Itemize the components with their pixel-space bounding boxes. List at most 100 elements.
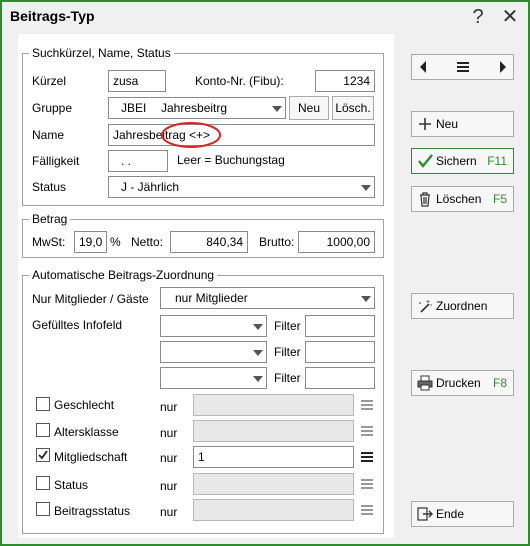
search-group-legend: Suchkürzel, Name, Status [29, 46, 174, 60]
altersklasse-checkbox[interactable] [36, 423, 50, 437]
chevron-down-icon[interactable] [357, 178, 373, 196]
status-label: Status [32, 180, 67, 194]
mitgliedschaft-nur: nur [160, 451, 178, 465]
name-label: Name [32, 128, 65, 142]
zuordnen-button[interactable]: Zuordnen [411, 293, 514, 319]
geschlecht-value [193, 394, 354, 416]
trash-icon [420, 192, 430, 207]
ende-button[interactable]: Ende [411, 501, 514, 527]
menu-icon[interactable] [453, 55, 473, 79]
drucken-button[interactable]: Drucken F8 [411, 370, 514, 396]
brutto-input[interactable]: 1000,00 [298, 231, 375, 253]
exit-icon [417, 507, 433, 521]
ende-button-label: Ende [436, 507, 465, 521]
gruppe-select[interactable]: JBEI Jahresbeitrg [108, 97, 286, 119]
percent-label: % [110, 235, 121, 249]
neu-button-label: Neu [436, 117, 459, 131]
gruppe-label: Gruppe [32, 101, 73, 115]
geschlecht-checkbox[interactable] [36, 397, 50, 411]
list-icon [358, 499, 376, 521]
altersklasse-nur: nur [160, 426, 178, 440]
annotation-circle [161, 122, 221, 148]
betrag-group-legend: Betrag [29, 212, 71, 226]
filter-input-2[interactable] [305, 341, 375, 363]
nur-value: nur Mitglieder [175, 291, 248, 305]
infofeld-select-1[interactable] [160, 315, 267, 337]
title-bar: Beitrags-Typ ? ✕ [2, 2, 528, 32]
chevron-down-icon[interactable] [249, 369, 265, 387]
filter-label-2: Filter [274, 345, 301, 359]
loeschen-button[interactable]: Löschen F5 [411, 186, 514, 212]
nur-select[interactable]: nur Mitglieder [160, 287, 375, 309]
loeschen-shortcut: F5 [492, 192, 507, 206]
close-button[interactable]: ✕ [497, 4, 523, 30]
status-criteria-value [193, 473, 354, 495]
mitgliedschaft-checkbox[interactable] [36, 448, 50, 462]
geschlecht-label: Geschlecht [54, 398, 115, 412]
mwst-input[interactable]: 19,0 [74, 231, 107, 253]
chevron-down-icon[interactable] [249, 317, 265, 335]
altersklasse-label: Altersklasse [54, 425, 119, 439]
loeschen-button-label: Löschen [436, 192, 482, 206]
list-icon [358, 420, 376, 442]
filter-input-3[interactable] [305, 367, 375, 389]
status-nur: nur [160, 479, 178, 493]
geschlecht-nur: nur [160, 400, 178, 414]
gruppe-name: Jahresbeitrg [161, 101, 228, 115]
checkmark-icon [418, 154, 433, 168]
magic-wand-icon [419, 300, 432, 313]
next-icon[interactable] [492, 55, 512, 79]
previous-icon[interactable] [414, 55, 434, 79]
chevron-down-icon[interactable] [268, 99, 284, 117]
sichern-shortcut: F11 [487, 154, 507, 168]
chevron-down-icon[interactable] [357, 289, 373, 307]
window-title: Beitrags-Typ [10, 8, 95, 24]
mwst-label: MwSt: [32, 235, 66, 249]
beitragsstatus-value [193, 499, 354, 521]
zuordnen-button-label: Zuordnen [436, 299, 488, 313]
printer-icon [417, 375, 433, 391]
beitragsstatus-label: Beitragsstatus [54, 504, 131, 518]
auto-group-legend: Automatische Beitrags-Zuordnung [29, 268, 218, 282]
netto-label: Netto: [131, 235, 164, 249]
record-navigator [411, 54, 514, 80]
altersklasse-value [193, 420, 354, 442]
faelligkeit-hint: Leer = Buchungstag [177, 153, 285, 167]
konto-input[interactable]: 1234 [315, 70, 375, 92]
infofeld-label: Gefülltes Infofeld [32, 318, 123, 332]
list-icon [358, 394, 376, 416]
beitragsstatus-checkbox[interactable] [36, 502, 50, 516]
kuerzel-label: Kürzel [32, 74, 67, 88]
filter-label-3: Filter [274, 371, 301, 385]
drucken-shortcut: F8 [492, 376, 507, 390]
gruppe-code: JBEI [121, 101, 147, 115]
gruppe-neu-button[interactable]: Neu [289, 96, 329, 120]
mitgliedschaft-label: Mitgliedschaft [54, 450, 128, 464]
name-input[interactable]: Jahresbeitrag <+> [108, 124, 375, 146]
konto-label: Konto-Nr. (Fibu): [195, 74, 284, 88]
help-button[interactable]: ? [465, 4, 491, 30]
sichern-button-label: Sichern [436, 154, 477, 168]
status-value: J - Jährlich [121, 180, 180, 194]
faelligkeit-label: Fälligkeit [32, 154, 80, 168]
list-icon[interactable] [358, 446, 376, 468]
neu-button[interactable]: Neu [411, 111, 514, 137]
beitragsstatus-nur: nur [160, 505, 178, 519]
infofeld-select-2[interactable] [160, 341, 267, 363]
filter-input-1[interactable] [305, 315, 375, 337]
sichern-button[interactable]: Sichern F11 [411, 148, 514, 174]
infofeld-select-3[interactable] [160, 367, 267, 389]
mitgliedschaft-value[interactable]: 1 [193, 446, 354, 468]
netto-input[interactable]: 840,34 [170, 231, 248, 253]
filter-label-1: Filter [274, 319, 301, 333]
check-icon [38, 450, 48, 460]
drucken-button-label: Drucken [436, 376, 481, 390]
nur-label: Nur Mitglieder / Gäste [32, 292, 149, 306]
faelligkeit-input[interactable]: . . [108, 150, 168, 172]
status-criteria-label: Status [54, 478, 89, 492]
chevron-down-icon[interactable] [249, 343, 265, 361]
gruppe-loesch-button[interactable]: Lösch. [332, 96, 374, 120]
status-checkbox[interactable] [36, 476, 50, 490]
kuerzel-input[interactable]: zusa [108, 70, 166, 92]
status-select[interactable]: J - Jährlich [108, 176, 375, 198]
